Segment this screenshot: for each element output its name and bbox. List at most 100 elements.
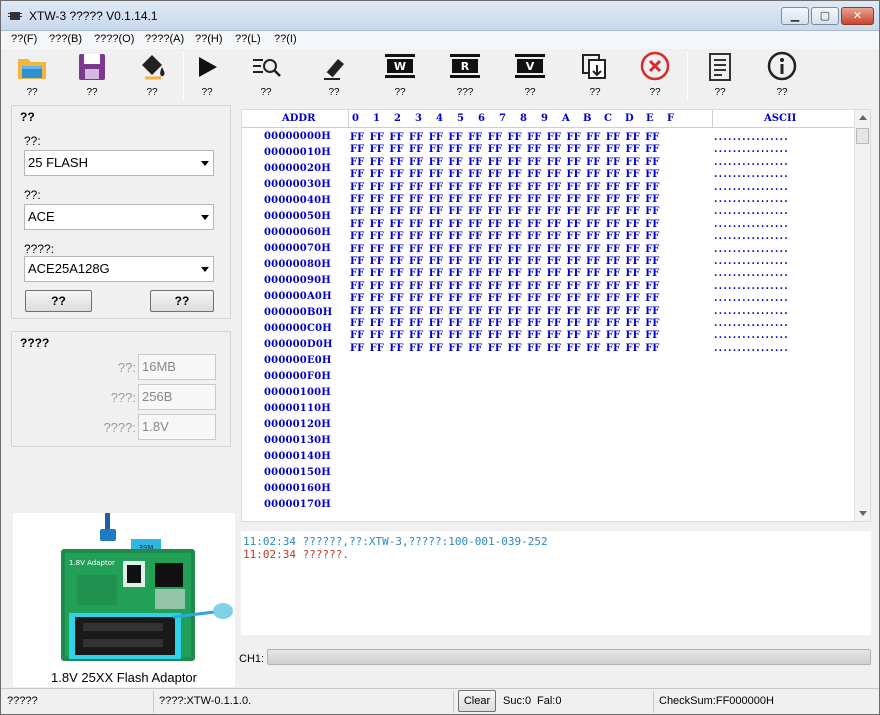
hex-row-bytes[interactable]: FF FF FF FF FF FF FF FF FF FF FF FF FF F… — [350, 281, 659, 292]
hex-row-address: 000000A0H — [264, 291, 332, 302]
hex-row-bytes[interactable]: FF FF FF FF FF FF FF FF FF FF FF FF FF F… — [350, 169, 659, 180]
log-output[interactable]: 11:02:34 ??????,??:XTW-3,?????:100-001-0… — [241, 531, 871, 635]
hex-row-ascii[interactable]: ................ — [714, 343, 789, 354]
chip-select-button[interactable]: ?? — [150, 290, 214, 312]
hex-row-ascii[interactable]: ................ — [714, 169, 789, 180]
hex-row-bytes[interactable]: FF FF FF FF FF FF FF FF FF FF FF FF FF F… — [350, 206, 659, 217]
menu-buffer[interactable]: ???(B) — [49, 33, 82, 45]
detect-button[interactable]: ?? — [243, 49, 289, 103]
hex-row-bytes[interactable]: FF FF FF FF FF FF FF FF FF FF FF FF FF F… — [350, 268, 659, 279]
open-button[interactable]: ?? — [9, 49, 55, 103]
hex-row-bytes[interactable]: FF FF FF FF FF FF FF FF FF FF FF FF FF F… — [350, 343, 659, 354]
hex-editor[interactable]: ADDR 0 1 2 3 4 5 6 7 8 9 A B C D E F ASCII 00000000H FF … — [241, 109, 871, 522]
hex-col-header: B — [583, 113, 592, 124]
hex-rows[interactable]: 00000000H FF FF FF FF FF FF FF FF FF FF F… — [242, 129, 854, 519]
menu-file[interactable]: ??(F) — [11, 33, 37, 45]
hex-col-header: 4 — [436, 113, 443, 124]
hex-col-header: A — [562, 113, 570, 124]
hex-row-address: 00000090H — [264, 275, 331, 286]
document-icon — [709, 53, 731, 81]
stop-button[interactable]: ?? — [632, 49, 678, 103]
hex-row-bytes[interactable]: FF FF FF FF FF FF FF FF FF FF FF FF FF F… — [350, 244, 659, 255]
hex-row-bytes[interactable]: FF FF FF FF FF FF FF FF FF FF FF FF FF F… — [350, 256, 659, 267]
chip-search-button[interactable]: ?? — [25, 290, 92, 312]
hex-row-address: 00000140H — [264, 451, 331, 462]
erase-button[interactable]: ?? — [311, 49, 357, 103]
save-button[interactable]: ?? — [69, 49, 115, 103]
menu-auto[interactable]: ????(A) — [145, 33, 184, 45]
hex-row-ascii[interactable]: ................ — [714, 268, 789, 279]
fill-button[interactable]: ?? — [129, 49, 175, 103]
menu-help[interactable]: ??(H) — [195, 33, 223, 45]
clear-button[interactable]: Clear — [458, 690, 496, 712]
title-bar[interactable]: XTW-3 ????? V0.1.14.1 ▁ ▢ ✕ — [1, 1, 879, 31]
info-button[interactable]: ?? — [759, 49, 805, 103]
maximize-button[interactable]: ▢ — [811, 7, 839, 25]
toolbar: ?? ?? ?? ?? ?? ?? W ?? R ??? V ?? ?? ?? … — [1, 49, 879, 103]
scroll-down-icon[interactable] — [859, 511, 867, 516]
hex-row-ascii[interactable]: ................ — [714, 206, 789, 217]
scroll-thumb[interactable] — [856, 128, 869, 144]
menu-language[interactable]: ??(L) — [235, 33, 261, 45]
hex-row-bytes[interactable]: FF FF FF FF FF FF FF FF FF FF FF FF FF F… — [350, 306, 659, 317]
document-button[interactable]: ?? — [697, 49, 743, 103]
hex-row-ascii[interactable]: ................ — [714, 281, 789, 292]
menu-info[interactable]: ??(I) — [274, 33, 297, 45]
hex-row-bytes[interactable]: FF FF FF FF FF FF FF FF FF FF FF FF FF F… — [350, 194, 659, 205]
hex-row-bytes[interactable]: FF FF FF FF FF FF FF FF FF FF FF FF FF F… — [350, 182, 659, 193]
hex-row-ascii[interactable]: ................ — [714, 244, 789, 255]
hex-row-bytes[interactable]: FF FF FF FF FF FF FF FF FF FF FF FF FF F… — [350, 219, 659, 230]
hex-row-ascii[interactable]: ................ — [714, 194, 789, 205]
chip-maker-select[interactable]: ACE — [24, 204, 214, 230]
hex-row-address: 000000D0H — [264, 339, 333, 350]
ch1-label: CH1: — [239, 653, 265, 665]
chip-model-value: ACE25A128G — [28, 261, 110, 276]
hex-row-ascii[interactable]: ................ — [714, 231, 789, 242]
voltage-field: 1.8V — [138, 414, 216, 440]
hex-row-address: 00000040H — [264, 195, 331, 206]
info-group-title: ???? — [20, 336, 50, 350]
hex-vertical-scrollbar[interactable] — [854, 110, 870, 521]
save-label: ?? — [86, 87, 98, 98]
success-count: Suc:0 — [503, 695, 532, 707]
hex-row-ascii[interactable]: ................ — [714, 157, 789, 168]
hex-col-header: 7 — [499, 113, 506, 124]
hex-row-bytes[interactable]: FF FF FF FF FF FF FF FF FF FF FF FF FF F… — [350, 318, 659, 329]
hex-row-bytes[interactable]: FF FF FF FF FF FF FF FF FF FF FF FF FF F… — [350, 231, 659, 242]
minimize-button[interactable]: ▁ — [781, 7, 809, 25]
hex-row-address: 00000010H — [264, 147, 331, 158]
fail-count: Fal:0 — [537, 695, 562, 707]
hex-row-ascii[interactable]: ................ — [714, 330, 789, 341]
hex-row-ascii[interactable]: ................ — [714, 318, 789, 329]
auto-run-button[interactable]: ?? — [184, 49, 230, 103]
log-line: 11:02:34 ??????,??:XTW-3,?????:100-001-0… — [243, 535, 548, 548]
hex-row-bytes[interactable]: FF FF FF FF FF FF FF FF FF FF FF FF FF F… — [350, 144, 659, 155]
hex-row-bytes[interactable]: FF FF FF FF FF FF FF FF FF FF FF FF FF F… — [350, 132, 659, 143]
chip-type-select[interactable]: 25 FLASH — [24, 150, 214, 176]
verify-button[interactable]: V ?? — [507, 49, 553, 103]
copy-button[interactable]: ?? — [572, 49, 618, 103]
hex-row-ascii[interactable]: ................ — [714, 132, 789, 143]
hex-row-bytes[interactable]: FF FF FF FF FF FF FF FF FF FF FF FF FF F… — [350, 293, 659, 304]
chip-model-select[interactable]: ACE25A128G — [24, 256, 214, 282]
left-panel: ?? ??: 25 FLASH ??: ACE ????: ACE25A128G… — [9, 105, 233, 513]
read-button[interactable]: R ??? — [442, 49, 488, 103]
hex-row-ascii[interactable]: ................ — [714, 306, 789, 317]
write-chip-letter: W — [394, 60, 406, 73]
hex-row-ascii[interactable]: ................ — [714, 256, 789, 267]
menu-operation[interactable]: ????(O) — [94, 33, 134, 45]
hex-col-header: F — [667, 113, 675, 124]
firmware-version: ????:XTW-0.1.1.0. — [159, 695, 252, 707]
hex-row-ascii[interactable]: ................ — [714, 182, 789, 193]
close-button[interactable]: ✕ — [841, 7, 874, 25]
scroll-up-icon[interactable] — [859, 115, 867, 120]
hex-row-ascii[interactable]: ................ — [714, 293, 789, 304]
hex-row-ascii[interactable]: ................ — [714, 144, 789, 155]
adaptor-board-text: 1.8V Adaptor — [69, 559, 115, 567]
hex-row-bytes[interactable]: FF FF FF FF FF FF FF FF FF FF FF FF FF F… — [350, 330, 659, 341]
hex-row-bytes[interactable]: FF FF FF FF FF FF FF FF FF FF FF FF FF F… — [350, 157, 659, 168]
write-button[interactable]: W ?? — [377, 49, 423, 103]
hex-row-ascii[interactable]: ................ — [714, 219, 789, 230]
stop-icon — [640, 51, 670, 81]
checksum: CheckSum:FF000000H — [659, 695, 774, 707]
